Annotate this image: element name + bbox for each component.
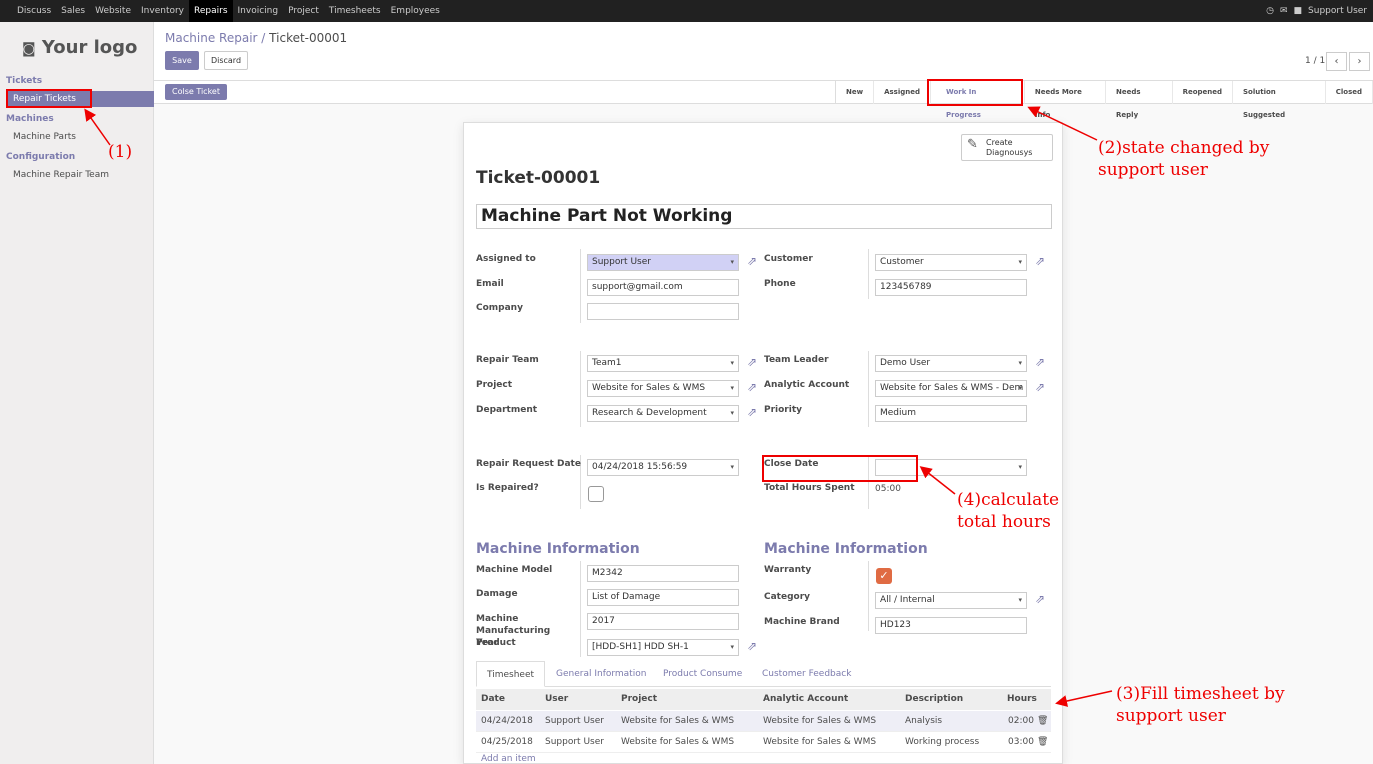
annotation-3-line2: support user [1116,706,1226,726]
annotation-arrows [84,106,1113,707]
annotation-1: (1) [108,142,133,162]
annotation-2-line2: support user [1098,160,1208,180]
arrow-4 [919,466,956,495]
arrow-3 [1055,690,1113,707]
annotation-4-line2: total hours [957,512,1051,532]
annotation-2-line1: (2)state changed by [1098,138,1270,158]
annotation-4-line1: (4)calculate [957,490,1060,510]
annotation-3-line1: (3)Fill timesheet by [1116,684,1285,704]
arrow-1 [84,108,111,146]
arrow-2 [1027,106,1098,141]
